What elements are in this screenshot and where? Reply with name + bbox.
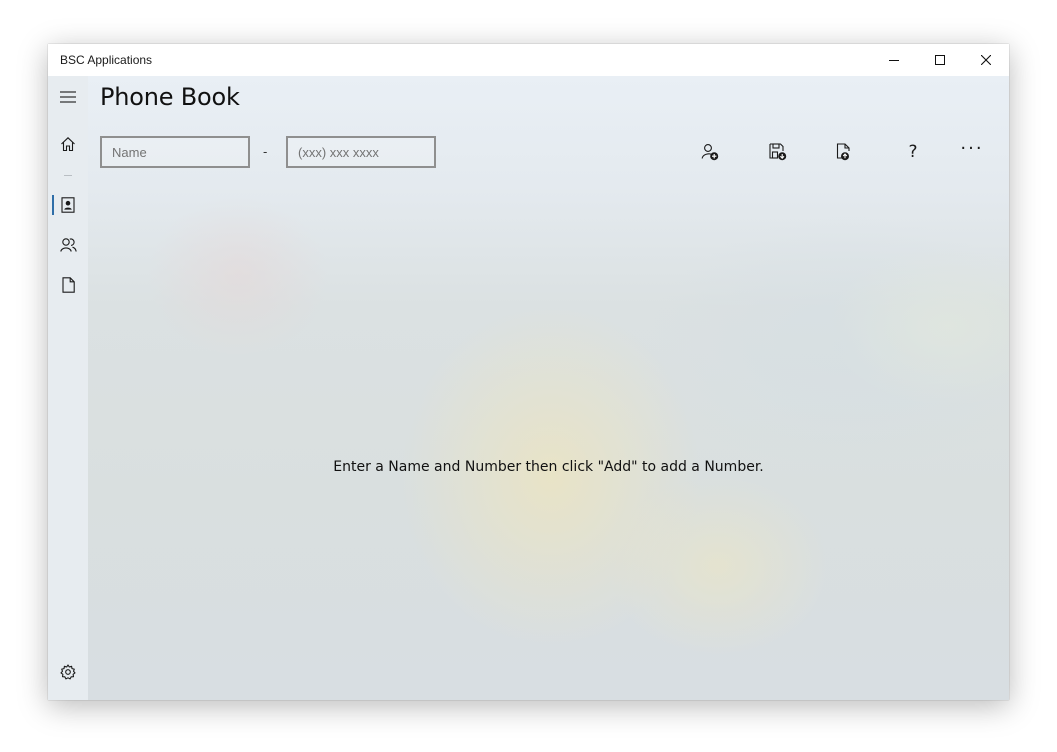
open-file-button[interactable] [823,136,867,168]
minimize-button[interactable] [871,44,917,76]
page-title: Phone Book [100,83,240,111]
document-icon [61,277,75,293]
hamburger-menu-icon [60,91,76,103]
selection-indicator [52,195,54,215]
save-button[interactable] [756,136,800,168]
nav-menu-button[interactable] [48,77,88,117]
add-contact-icon [701,144,719,161]
window-controls [871,44,1009,76]
people-icon [59,238,77,252]
help-icon: ? [908,142,918,162]
phone-number-input[interactable] [286,136,436,168]
more-icon: ··· [960,137,984,159]
empty-state-message: Enter a Name and Number then click "Add"… [333,459,764,475]
home-icon [61,137,75,152]
nav-item-settings[interactable] [48,652,88,692]
main-content: Phone Book - [88,76,1009,700]
save-icon [769,143,787,161]
nav-item-phone-book[interactable] [48,185,88,225]
nav-separator [64,175,72,176]
add-contact-button[interactable] [688,136,732,168]
gear-icon [60,664,76,680]
field-separator: - [263,144,268,159]
open-file-icon [836,143,850,161]
title-bar[interactable]: BSC Applications [48,44,1009,76]
close-button[interactable] [963,44,1009,76]
close-icon [981,55,991,65]
more-options-button[interactable]: ··· [950,136,994,168]
nav-sidebar [48,76,88,700]
window-title: BSC Applications [60,53,153,67]
nav-item-home[interactable] [48,124,88,164]
maximize-button[interactable] [917,44,963,76]
help-button[interactable]: ? [891,136,935,168]
nav-item-documents[interactable] [48,265,88,305]
app-window: BSC Applications Phone Book Name - (xxx)… [48,44,1009,700]
minimize-icon [889,60,899,61]
maximize-icon [935,55,945,65]
nav-item-contacts[interactable] [48,225,88,265]
name-input[interactable] [100,136,250,168]
contact-card-icon [61,197,75,213]
